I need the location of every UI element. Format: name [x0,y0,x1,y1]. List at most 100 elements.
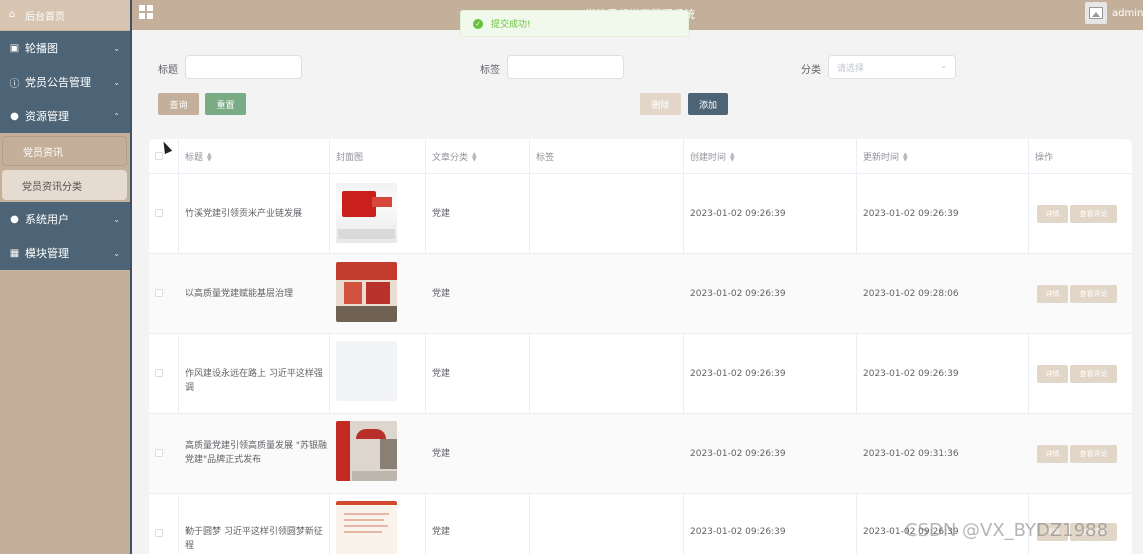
title-label: 标题 [158,65,178,76]
sidebar-item-label: 模块管理 [25,247,69,260]
query-button[interactable]: 查询 [158,93,199,115]
select-all-checkbox[interactable] [155,152,163,160]
column-header-created[interactable]: 创建时间 ▲ ▼ [690,139,735,174]
tag-label: 标签 [480,65,500,76]
row-title: 作风建设永远在路上 习近平这样强调 [185,369,323,393]
row-updated-time: 2023-01-02 09:26:39 [863,369,959,379]
sort-icon[interactable]: ▲ ▼ [207,151,212,162]
cover-image [336,501,397,554]
cover-image [336,262,397,322]
sidebar-item-label: 党员公告管理 [25,76,91,89]
sidebar-subitem-label: 党员资讯分类 [22,181,82,193]
chevron-down-icon: ⌄ [113,214,120,224]
view-comments-button[interactable]: 查看评论 [1070,205,1117,223]
home-icon: ⌂ [9,9,16,20]
sort-icon[interactable]: ▲ ▼ [903,151,908,162]
sidebar-item-resources[interactable]: ● 资源管理 ⌃ [0,99,130,133]
check-circle-icon: ✓ [473,18,483,29]
detail-button[interactable]: 详情 [1037,365,1068,383]
row-checkbox[interactable] [155,289,163,297]
column-header-updated[interactable]: 更新时间 ▲ ▼ [863,139,908,174]
column-header-label: 操作 [1035,153,1054,163]
menu-toggle-icon[interactable] [139,5,153,19]
column-header-tag: 标签 [536,139,554,174]
grid-icon: ▦ [9,247,20,259]
chevron-down-icon: ⌄ [113,248,120,258]
row-checkbox[interactable] [155,449,163,457]
detail-button[interactable]: 详情 [1037,285,1068,303]
row-title: 以高质量党建赋能基层治理 [185,289,294,299]
table-row: 竹溪党建引领贡米产业链发展 党建 2023-01-02 09:26:39 202… [149,174,1132,254]
table-row: 以高质量党建赋能基层治理 党建 2023-01-02 09:26:39 2023… [149,254,1132,334]
sidebar-item-label: 系统用户 [25,213,69,226]
sidebar-item-modules[interactable]: ▦ 模块管理 ⌄ [0,236,130,270]
sidebar-item-carousel[interactable]: ▣ 轮播图 ⌄ [0,31,130,65]
table-row: 高质量党建引领高质量发展 "苏银融党建"品牌正式发布 党建 2023-01-02… [149,414,1132,494]
sort-icon[interactable]: ▲ ▼ [730,151,735,162]
toast-message: 提交成功! [491,20,531,30]
column-header-category[interactable]: 文章分类 ▲ ▼ [432,139,477,174]
sidebar-item-notice[interactable]: ⓘ 党员公告管理 ⌄ [0,65,130,99]
row-created-time: 2023-01-02 09:26:39 [690,289,786,299]
column-header-label: 文章分类 [432,153,469,163]
detail-button[interactable]: 详情 [1037,445,1068,463]
image-placeholder-icon [1089,7,1103,19]
row-created-time: 2023-01-02 09:26:39 [690,209,786,219]
sidebar-item-label: 资源管理 [25,110,69,123]
row-category: 党建 [432,449,451,459]
chevron-down-icon: ⌄ [113,43,120,53]
row-created-time: 2023-01-02 09:26:39 [690,449,786,459]
row-title: 勤于圆梦 习近平这样引领圆梦新征程 [185,527,323,551]
column-header-title[interactable]: 标题 ▲ ▼ [185,139,212,174]
column-header-label: 更新时间 [863,153,900,163]
category-placeholder: 请选择 [837,63,865,74]
column-header-cover: 封面图 [336,139,363,174]
row-checkbox[interactable] [155,209,163,217]
user-icon: ● [10,213,19,225]
row-category: 党建 [432,209,451,219]
tag-input[interactable] [507,55,624,79]
sidebar-item-label: 轮播图 [25,42,58,55]
view-comments-button[interactable]: 查看评论 [1070,285,1117,303]
location-icon: ● [10,110,19,122]
chevron-up-icon: ⌃ [113,111,120,121]
column-header-label: 封面图 [336,153,364,163]
data-table: 标题 ▲ ▼ 封面图 文章分类 ▲ ▼ 标签 创建时间 ▲ ▼ 更新时间 ▲ ▼ 操作 竹溪党建… [149,139,1132,554]
table-row: 作风建设永远在路上 习近平这样强调 党建 2023-01-02 09:26:39… [149,334,1132,414]
watermark: CSDN @VX_BYDZ1988 [905,520,1109,541]
row-title: 竹溪党建引领贡米产业链发展 [185,209,303,219]
title-input[interactable] [185,55,302,79]
column-header-label: 标题 [185,153,204,163]
sidebar-subitem-news[interactable]: 党员资讯 [2,136,127,166]
avatar[interactable] [1085,2,1107,24]
cover-image [336,421,397,481]
delete-button[interactable]: 删除 [640,93,681,115]
cover-image [336,341,397,401]
chevron-down-icon: ⌄ [113,77,120,87]
home-link[interactable]: ⌂ 后台首页 [0,0,130,30]
category-label: 分类 [801,65,821,76]
column-header-actions: 操作 [1035,139,1053,174]
category-select[interactable]: 请选择 ⌄ [828,55,956,79]
column-header-label: 标签 [536,153,555,163]
view-comments-button[interactable]: 查看评论 [1070,445,1117,463]
row-checkbox[interactable] [155,529,163,537]
row-created-time: 2023-01-02 09:26:39 [690,369,786,379]
user-name[interactable]: admin [1112,8,1143,19]
reset-button[interactable]: 重置 [205,93,246,115]
column-header-label: 创建时间 [690,153,727,163]
sidebar-subitem-label: 党员资讯 [23,147,63,159]
detail-button[interactable]: 详情 [1037,205,1068,223]
row-category: 党建 [432,289,451,299]
row-category: 党建 [432,527,451,537]
sidebar-item-users[interactable]: ● 系统用户 ⌄ [0,202,130,236]
home-label: 后台首页 [25,11,65,23]
view-comments-button[interactable]: 查看评论 [1070,365,1117,383]
row-updated-time: 2023-01-02 09:31:36 [863,449,959,459]
add-button[interactable]: 添加 [688,93,728,115]
success-toast: ✓ 提交成功! [460,10,689,37]
sort-icon[interactable]: ▲ ▼ [472,151,477,162]
cover-image [336,183,397,243]
row-checkbox[interactable] [155,369,163,377]
sidebar-subitem-news-category[interactable]: 党员资讯分类 [2,170,127,200]
